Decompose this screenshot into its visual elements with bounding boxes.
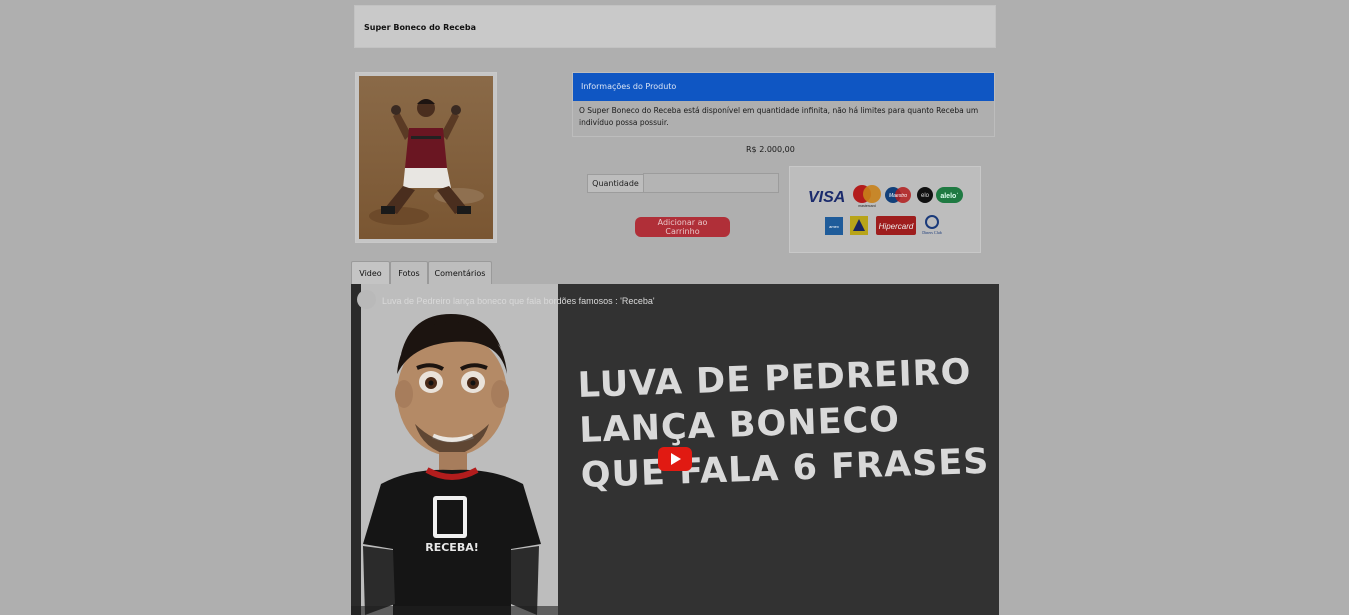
- amex-logo: amex: [825, 217, 843, 235]
- channel-avatar[interactable]: [357, 290, 376, 309]
- product-info-panel: Informações do Produto O Super Boneco do…: [572, 72, 995, 137]
- elo-logo: elo: [917, 187, 933, 203]
- play-button[interactable]: [658, 447, 692, 471]
- product-page: Super Boneco do Receba Informações do Pr…: [351, 0, 999, 615]
- product-description: O Super Boneco do Receba está disponível…: [579, 106, 979, 127]
- video-headline: LUVA DE PEDREIRO LANÇA BONECO QUE FALA 6…: [577, 349, 999, 499]
- product-info-header: Informações do Produto: [573, 73, 994, 101]
- doll-shirt-text: RECEBA!: [425, 541, 479, 554]
- payment-logos: VISA mastercard Maestro elo aleloˈ amex …: [808, 185, 963, 235]
- tab-comments[interactable]: Comentários: [428, 261, 492, 284]
- mastercard-logo: mastercard: [853, 185, 881, 208]
- banco-do-brasil-logo: bb: [850, 216, 868, 235]
- product-title: Super Boneco do Receba: [364, 23, 476, 32]
- hipercard-logo: Hipercard: [876, 216, 916, 235]
- diners-club-logo: Diners Club: [922, 215, 942, 235]
- video-player[interactable]: RECEBA! Luva de Pedreiro lança boneco qu…: [351, 284, 999, 615]
- payment-methods: VISA mastercard Maestro elo aleloˈ amex …: [789, 166, 981, 253]
- svg-text:elo: elo: [921, 193, 930, 199]
- svg-text:mastercard: mastercard: [858, 204, 876, 208]
- tab-photos[interactable]: Fotos: [390, 261, 428, 284]
- quantity-input[interactable]: [643, 173, 779, 193]
- product-price: R$ 2.000,00: [746, 145, 795, 154]
- quantity-label: Quantidade: [587, 174, 644, 193]
- add-to-cart-button[interactable]: Adicionar ao Carrinho: [635, 217, 730, 237]
- svg-text:Maestro: Maestro: [889, 193, 907, 199]
- svg-text:Diners Club: Diners Club: [922, 230, 941, 235]
- svg-text:amex: amex: [829, 224, 839, 229]
- svg-text:aleloˈ: aleloˈ: [940, 192, 958, 200]
- visa-logo: VISA: [808, 189, 845, 206]
- alelo-logo: aleloˈ: [936, 187, 963, 203]
- video-title[interactable]: Luva de Pedreiro lança boneco que fala b…: [382, 296, 655, 306]
- maestro-logo: Maestro: [885, 187, 911, 203]
- product-title-bar: Super Boneco do Receba: [354, 5, 996, 48]
- product-photo[interactable]: [355, 72, 497, 243]
- tab-video[interactable]: Video: [351, 261, 390, 284]
- svg-text:Hipercard: Hipercard: [879, 222, 914, 231]
- product-photo-image: [359, 76, 493, 239]
